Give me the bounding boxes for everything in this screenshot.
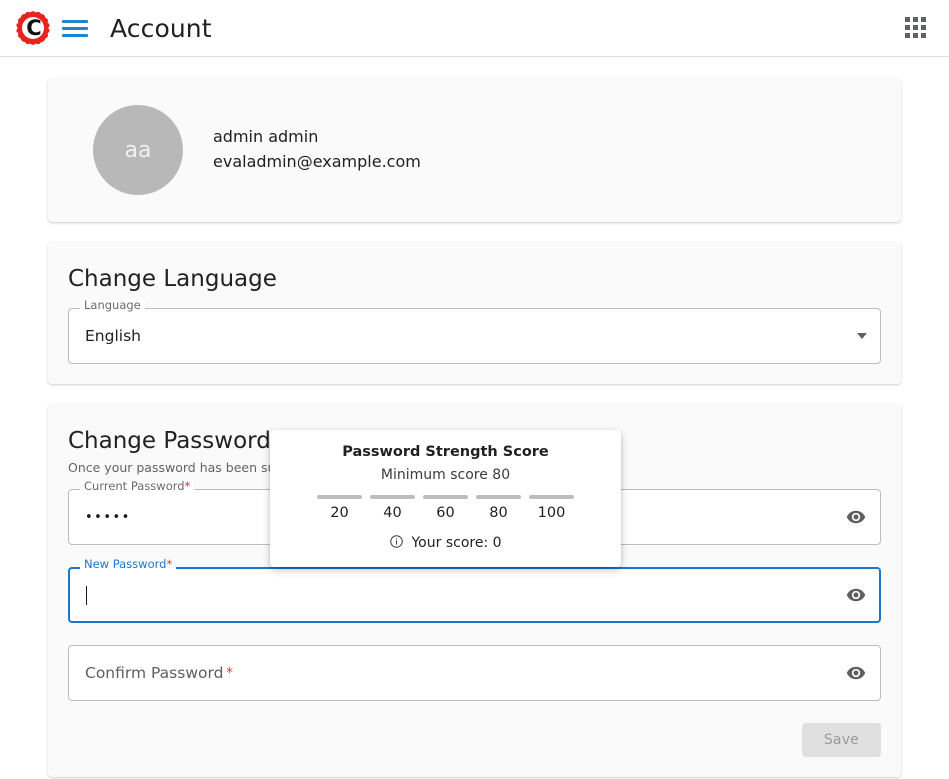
eye-visibility-icon[interactable] bbox=[843, 582, 869, 608]
eye-visibility-icon[interactable] bbox=[843, 660, 869, 686]
meter-bar bbox=[423, 495, 468, 499]
new-password-label: New Password* bbox=[80, 557, 177, 571]
password-strength-popover: Password Strength Score Minimum score 80… bbox=[270, 430, 621, 567]
new-password-label-text: New Password bbox=[84, 557, 167, 571]
profile-name: admin admin bbox=[213, 127, 319, 147]
popover-subtitle: Minimum score 80 bbox=[380, 467, 511, 483]
meter-segment: 40 bbox=[370, 495, 415, 524]
save-button[interactable]: Save bbox=[801, 723, 881, 757]
meter-label: 60 bbox=[436, 505, 455, 521]
meter-label: 100 bbox=[537, 505, 566, 521]
new-password-value bbox=[85, 567, 87, 623]
page-title: Account bbox=[110, 13, 212, 43]
field-outline bbox=[68, 567, 881, 623]
meter-bar bbox=[317, 495, 362, 499]
meter-segment: 60 bbox=[423, 495, 468, 524]
required-asterisk: * bbox=[226, 665, 233, 681]
profile-card: aa admin admin evaladmin@example.com bbox=[48, 78, 901, 222]
meter-segment: 80 bbox=[476, 495, 521, 524]
meter-bar bbox=[529, 495, 574, 499]
hamburger-bar-3 bbox=[62, 33, 88, 37]
page-content: aa admin admin evaladmin@example.com Cha… bbox=[0, 57, 949, 777]
hamburger-menu-icon[interactable] bbox=[62, 15, 88, 41]
meter-bar bbox=[476, 495, 521, 499]
meter-label: 40 bbox=[383, 505, 402, 521]
change-language-card: Change Language Language English bbox=[48, 242, 901, 384]
current-password-label: Current Password* bbox=[80, 479, 195, 493]
confirm-password-placeholder: Confirm Password * bbox=[85, 645, 233, 701]
profile-email: evaladmin@example.com bbox=[213, 152, 421, 171]
field-outline bbox=[68, 308, 881, 364]
chevron-down-icon[interactable] bbox=[857, 333, 867, 339]
profile-details: admin admin evaladmin@example.com bbox=[213, 125, 421, 175]
logo-letter: C bbox=[26, 15, 42, 40]
apps-dot bbox=[913, 25, 918, 30]
confirm-password-label-text: Confirm Password bbox=[85, 664, 224, 682]
meter-segment: 20 bbox=[317, 495, 362, 524]
apps-dot bbox=[905, 25, 910, 30]
apps-grid-icon[interactable] bbox=[905, 17, 927, 39]
text-cursor bbox=[86, 585, 87, 605]
apps-dot bbox=[905, 33, 910, 38]
change-language-title: Change Language bbox=[68, 266, 277, 292]
avatar: aa bbox=[93, 105, 183, 195]
popover-score-text: Your score: 0 bbox=[411, 535, 502, 552]
meter-bar bbox=[370, 495, 415, 499]
current-password-value: ••••• bbox=[85, 489, 131, 545]
meter-label: 20 bbox=[330, 505, 349, 521]
apps-dot bbox=[913, 33, 918, 38]
popover-title: Password Strength Score bbox=[342, 444, 549, 460]
current-password-label-text: Current Password bbox=[84, 479, 185, 493]
hamburger-bar-2 bbox=[62, 26, 88, 30]
apps-dot bbox=[921, 25, 926, 30]
new-password-field[interactable]: New Password* bbox=[68, 558, 881, 623]
required-asterisk: * bbox=[166, 557, 173, 571]
app-bar: C Account bbox=[0, 0, 949, 57]
confirm-password-field[interactable]: Confirm Password * bbox=[68, 645, 881, 701]
password-dots: ••••• bbox=[85, 509, 131, 525]
eye-visibility-icon[interactable] bbox=[843, 504, 869, 530]
language-field-label: Language bbox=[80, 299, 145, 312]
info-circle-icon bbox=[389, 534, 404, 553]
language-select[interactable]: Language English bbox=[68, 299, 881, 364]
apps-dot bbox=[913, 17, 918, 22]
popover-score-row: Your score: 0 bbox=[282, 534, 609, 553]
language-selected-value: English bbox=[85, 327, 141, 345]
gear-logo-icon[interactable]: C bbox=[16, 11, 50, 45]
hamburger-bar-1 bbox=[62, 19, 88, 23]
meter-label: 80 bbox=[489, 505, 508, 521]
apps-dot bbox=[921, 17, 926, 22]
strength-meter: 20 40 60 80 100 bbox=[282, 495, 609, 524]
required-asterisk: * bbox=[184, 479, 191, 493]
apps-dot bbox=[905, 17, 910, 22]
apps-dot bbox=[921, 33, 926, 38]
meter-segment: 100 bbox=[529, 495, 574, 524]
save-row: Save bbox=[68, 723, 881, 757]
